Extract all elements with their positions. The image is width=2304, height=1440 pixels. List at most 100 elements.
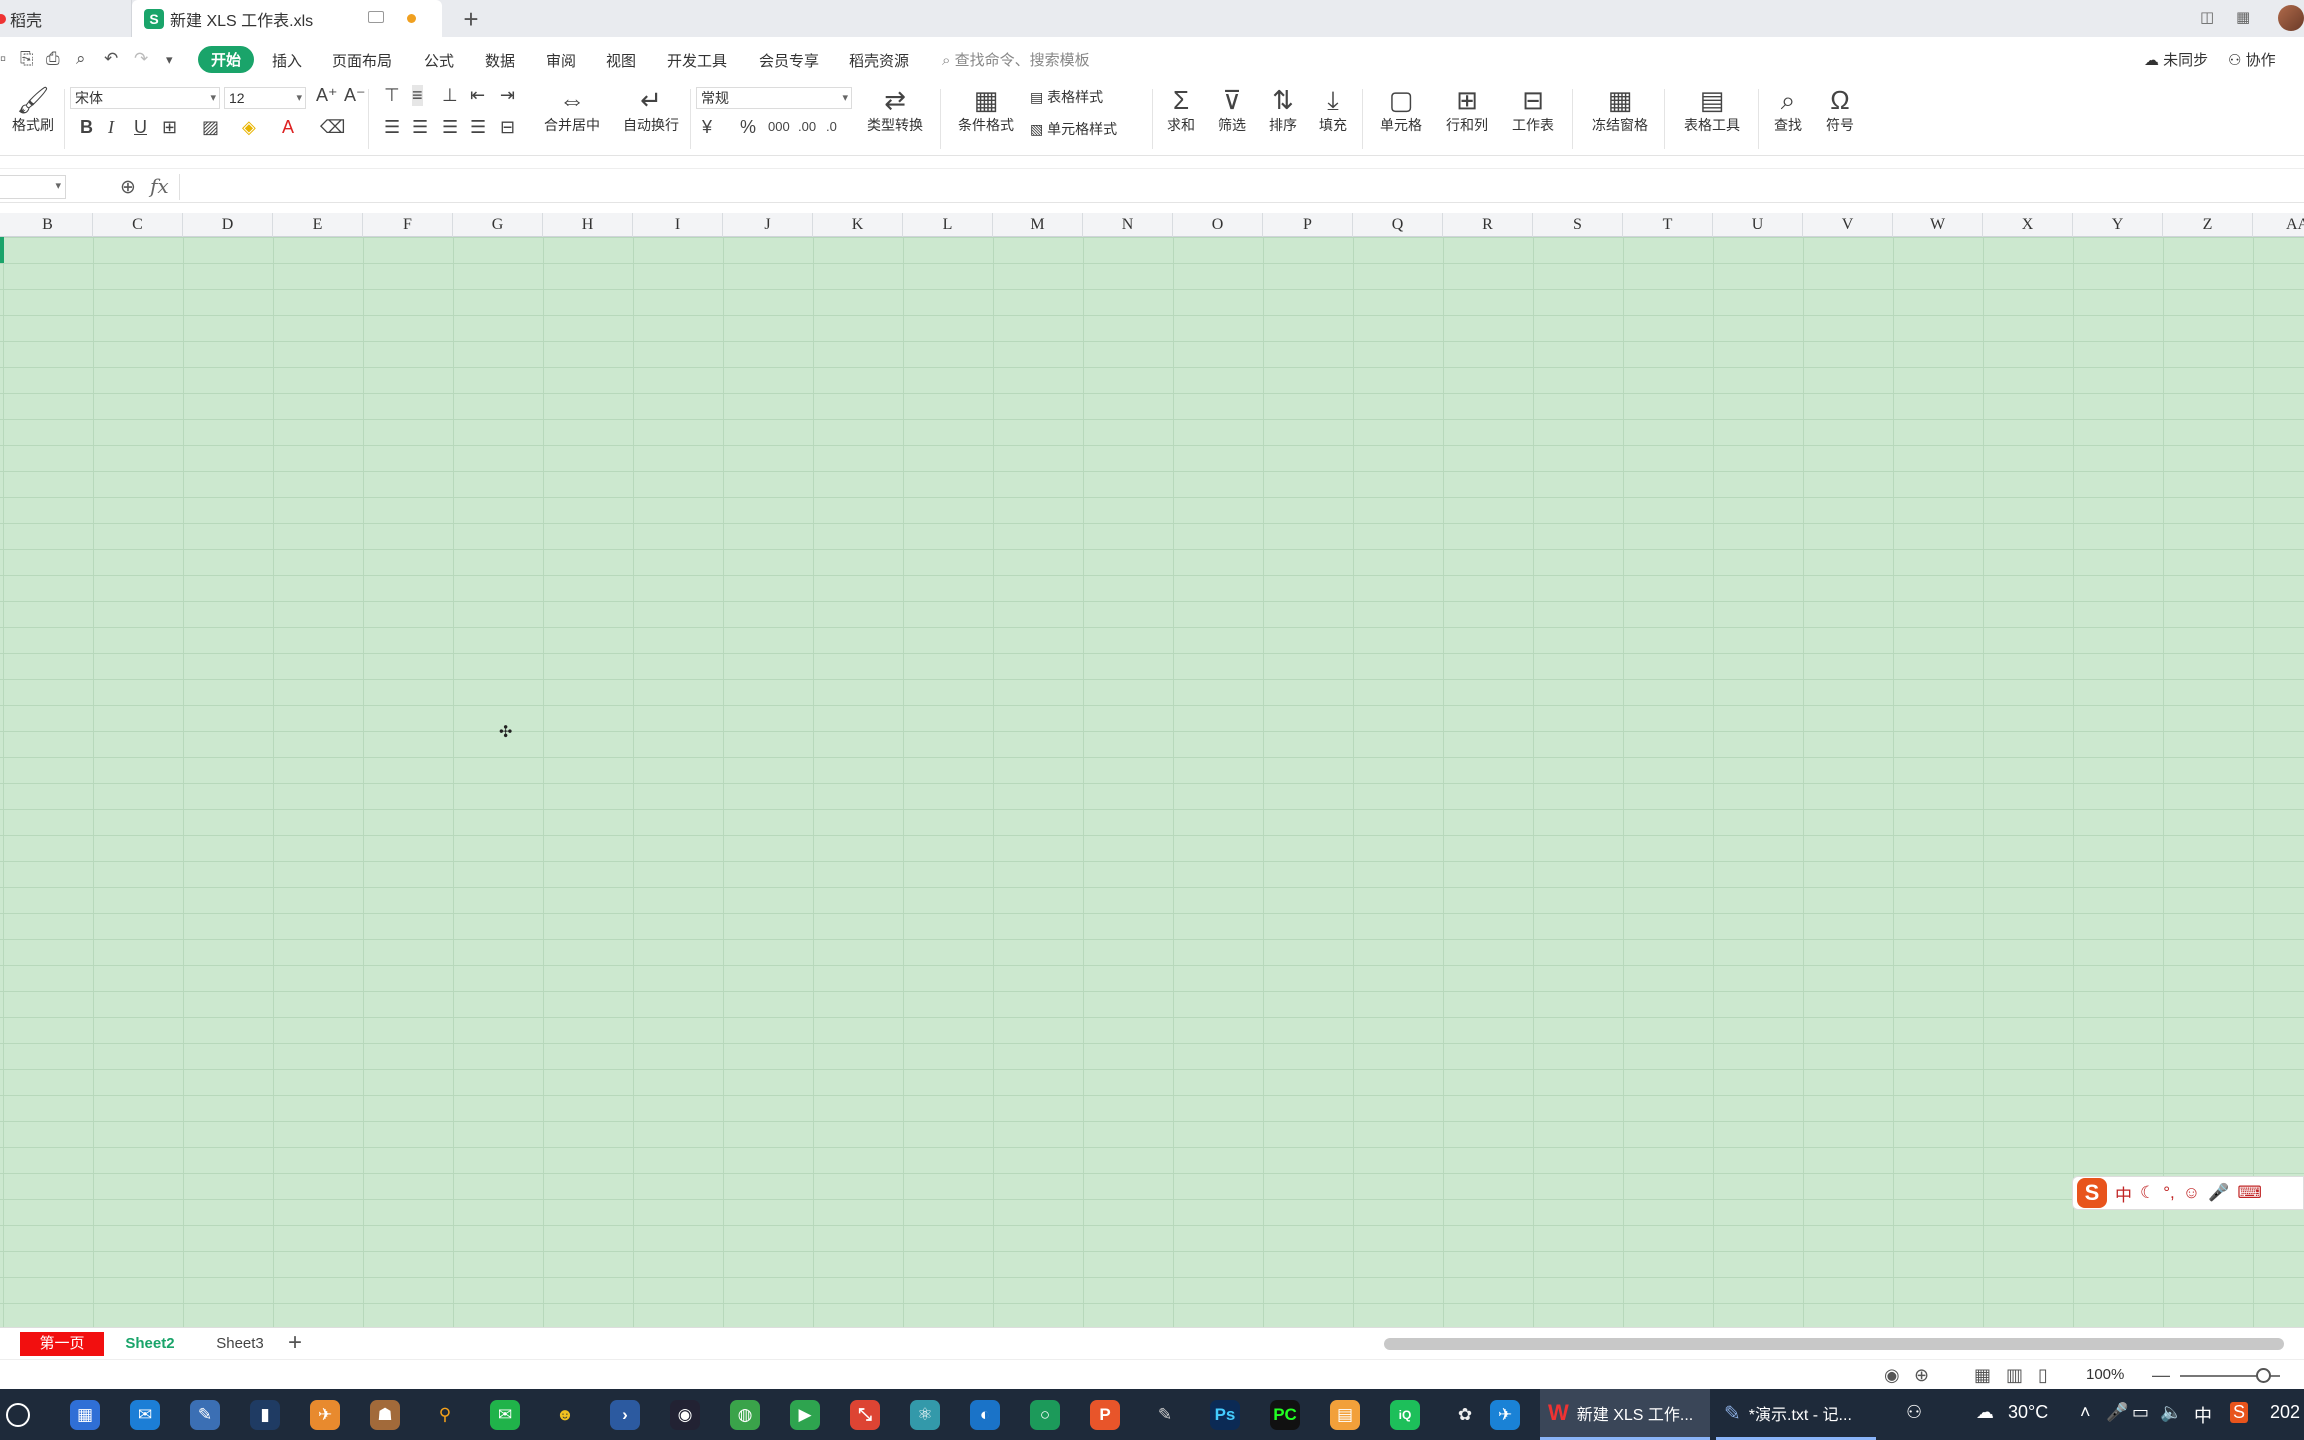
column-header[interactable]: Y bbox=[2073, 213, 2163, 237]
menu-insert[interactable]: 插入 bbox=[272, 50, 302, 71]
column-header[interactable]: R bbox=[1443, 213, 1533, 237]
clock[interactable]: 202 bbox=[2270, 1402, 2300, 1423]
menu-formula[interactable]: 公式 bbox=[424, 50, 454, 71]
mic-icon[interactable]: 🎤 bbox=[2208, 1183, 2229, 1203]
page-layout-view-icon[interactable]: ▥ bbox=[2006, 1365, 2023, 1386]
player-icon[interactable]: ▶ bbox=[790, 1400, 820, 1430]
formula-input[interactable] bbox=[179, 174, 2304, 200]
fill-button[interactable]: ⤓ 填充 bbox=[1312, 85, 1354, 135]
taskbar-wps-window[interactable]: W 新建 XLS 工作... bbox=[1540, 1389, 1710, 1440]
sum-button[interactable]: Σ 求和 bbox=[1160, 85, 1202, 135]
horizontal-scrollbar[interactable] bbox=[1384, 1338, 2284, 1350]
align-left-icon[interactable]: ☰ bbox=[384, 117, 400, 138]
freeze-panes-button[interactable]: ▦ 冻结窗格 bbox=[1582, 85, 1658, 135]
column-header[interactable]: I bbox=[633, 213, 723, 237]
settings-flower-icon[interactable]: ✿ bbox=[1450, 1400, 1480, 1430]
monitor-icon[interactable] bbox=[368, 11, 384, 23]
sync-status[interactable]: ☁ 未同步 bbox=[2144, 49, 2208, 70]
zoom-level[interactable]: 100% bbox=[2086, 1366, 2124, 1383]
store-icon[interactable]: ▦ bbox=[70, 1400, 100, 1430]
search-circle-icon[interactable] bbox=[6, 1403, 30, 1427]
feishu-icon[interactable]: ✈ bbox=[1490, 1400, 1520, 1430]
increase-font-icon[interactable]: A⁺ bbox=[316, 85, 338, 106]
zoom-out-icon[interactable]: — bbox=[2152, 1365, 2170, 1386]
edge-icon[interactable]: ◐ bbox=[970, 1400, 1000, 1430]
tab-workbook[interactable]: S 新建 XLS 工作表.xls bbox=[132, 0, 442, 37]
new-tab-button[interactable]: + bbox=[456, 4, 486, 35]
undo-icon[interactable]: ↶ bbox=[104, 49, 118, 69]
notes-icon[interactable]: ▤ bbox=[1330, 1400, 1360, 1430]
font-size-select[interactable]: 12 bbox=[224, 87, 306, 109]
menu-daoke-resources[interactable]: 稻壳资源 bbox=[849, 50, 909, 71]
column-header[interactable]: C bbox=[93, 213, 183, 237]
row-col-button[interactable]: ⊞ 行和列 bbox=[1438, 85, 1496, 135]
photoshop-icon[interactable]: Ps bbox=[1210, 1400, 1240, 1430]
column-header[interactable]: AA bbox=[2253, 213, 2304, 237]
underline-icon[interactable]: U bbox=[134, 117, 147, 138]
command-search[interactable]: ⌕ 查找命令、搜索模板 bbox=[942, 49, 1090, 70]
percent-icon[interactable]: % bbox=[740, 117, 756, 138]
pycharm-icon[interactable]: PC bbox=[1270, 1400, 1300, 1430]
normal-view-icon[interactable]: ▦ bbox=[1974, 1365, 1991, 1386]
book-icon[interactable]: ▮ bbox=[250, 1400, 280, 1430]
align-right-icon[interactable]: ☰ bbox=[442, 117, 458, 138]
menu-review[interactable]: 审阅 bbox=[546, 50, 576, 71]
column-header[interactable]: E bbox=[273, 213, 363, 237]
borders-icon[interactable]: ⊞ bbox=[162, 117, 177, 138]
mail-icon[interactable]: ✉ bbox=[130, 1400, 160, 1430]
column-header[interactable]: F bbox=[363, 213, 453, 237]
emoji-icon[interactable]: ☺ bbox=[2183, 1183, 2200, 1203]
weather-temp[interactable]: 30°C bbox=[2008, 1402, 2048, 1423]
column-header[interactable]: D bbox=[183, 213, 273, 237]
format-painter-button[interactable]: 🖌 格式刷 bbox=[8, 85, 58, 135]
column-header[interactable]: O bbox=[1173, 213, 1263, 237]
column-header[interactable]: Z bbox=[2163, 213, 2253, 237]
customize-chevron-icon[interactable]: ▾ bbox=[166, 52, 173, 68]
app-circle-icon[interactable]: ○ bbox=[1030, 1400, 1060, 1430]
currency-icon[interactable]: ¥ bbox=[702, 117, 712, 138]
column-header[interactable]: N bbox=[1083, 213, 1173, 237]
align-bottom-icon[interactable]: ⊥ bbox=[442, 85, 458, 106]
name-box[interactable] bbox=[0, 175, 66, 199]
paint-icon[interactable]: ✎ bbox=[1150, 1400, 1180, 1430]
menu-page-layout[interactable]: 页面布局 bbox=[332, 50, 392, 71]
taskbar-notepad-window[interactable]: ✎ *演示.txt - 记... bbox=[1716, 1389, 1876, 1440]
app-orange-icon[interactable]: ✈ bbox=[310, 1400, 340, 1430]
symbol-button[interactable]: Ω 符号 bbox=[1818, 85, 1862, 135]
eye-protection-icon[interactable]: ◉ bbox=[1884, 1365, 1900, 1386]
type-convert-button[interactable]: ⇄ 类型转换 bbox=[858, 85, 932, 135]
tab-daoke[interactable]: 稻壳 bbox=[0, 0, 132, 37]
menu-start[interactable]: 开始 bbox=[198, 46, 254, 73]
fill-color-icon[interactable]: ◈ bbox=[242, 117, 256, 138]
column-header[interactable]: T bbox=[1623, 213, 1713, 237]
cell-grid[interactable] bbox=[0, 237, 2304, 1327]
indent-icon[interactable]: ⇥ bbox=[500, 85, 515, 106]
menu-view[interactable]: 视图 bbox=[606, 50, 636, 71]
clear-format-icon[interactable]: ⌫ bbox=[320, 117, 345, 138]
increase-decimal-icon[interactable]: .00 bbox=[798, 119, 816, 134]
find-button[interactable]: ⌕ 查找 bbox=[1766, 85, 1810, 135]
menu-developer[interactable]: 开发工具 bbox=[667, 50, 727, 71]
sheet-tab-sheet3[interactable]: Sheet3 bbox=[202, 1332, 278, 1356]
menu-data[interactable]: 数据 bbox=[485, 50, 515, 71]
column-header[interactable]: P bbox=[1263, 213, 1353, 237]
people-icon[interactable]: ⚇ bbox=[1906, 1402, 1922, 1423]
column-header[interactable]: L bbox=[903, 213, 993, 237]
app-arrow-icon[interactable]: ⤡ bbox=[850, 1400, 880, 1430]
volume-icon[interactable]: 🔈 bbox=[2160, 1402, 2182, 1423]
filter-button[interactable]: ⊽ 筛选 bbox=[1210, 85, 1254, 135]
justify-icon[interactable]: ☰ bbox=[470, 117, 486, 138]
fx-icon[interactable]: fx bbox=[150, 174, 169, 198]
wrap-text-button[interactable]: ↵ 自动换行 bbox=[618, 85, 684, 135]
qq-icon[interactable]: ☻ bbox=[550, 1400, 580, 1430]
app-p-icon[interactable]: P bbox=[1090, 1400, 1120, 1430]
export-icon[interactable]: ⎘ bbox=[20, 49, 34, 69]
save-icon[interactable]: ▫ bbox=[0, 49, 6, 69]
conditional-format-button[interactable]: ▦ 条件格式 bbox=[950, 85, 1022, 135]
column-header[interactable]: X bbox=[1983, 213, 2073, 237]
network-icon[interactable]: ▭ bbox=[2132, 1402, 2149, 1423]
avatar[interactable] bbox=[2278, 5, 2304, 31]
input-mode-icon[interactable]: ⊕ bbox=[1914, 1365, 1929, 1386]
game-icon[interactable]: ☗ bbox=[370, 1400, 400, 1430]
edit-icon[interactable]: ✎ bbox=[190, 1400, 220, 1430]
